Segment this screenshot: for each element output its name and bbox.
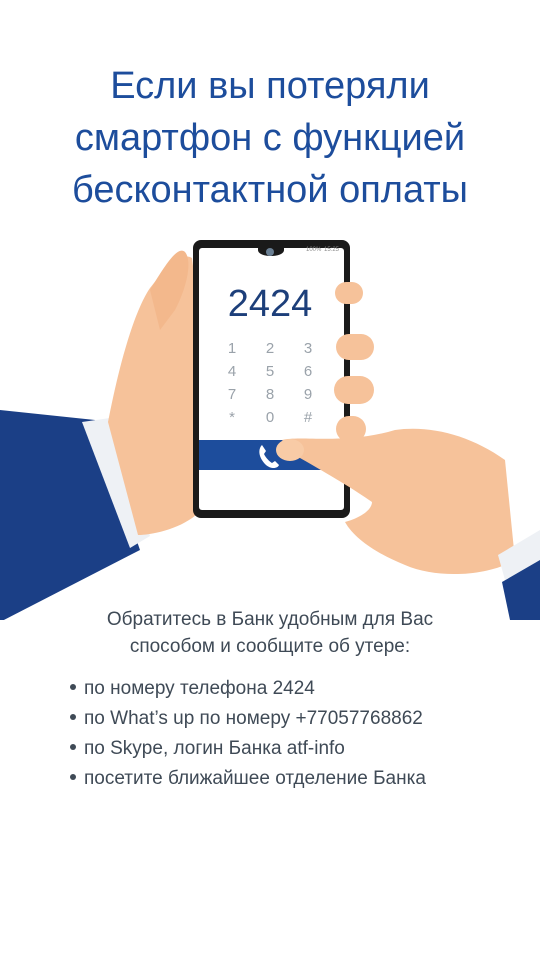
key-0[interactable]: 0 [266,409,274,426]
key-3[interactable]: 3 [304,340,312,357]
intro-text: Обратитесь в Банк удобным для Вас способ… [0,606,540,660]
key-8[interactable]: 8 [266,386,274,403]
key-star[interactable]: * [229,409,235,426]
bullet-icon [70,743,76,750]
illustration-svg: 100% 15:25 2424 1 2 3 4 5 6 7 8 9 * 0 # [0,240,540,620]
key-9[interactable]: 9 [304,386,312,403]
key-2[interactable]: 2 [266,340,274,357]
intro-line-1: Обратитесь в Банк удобным для Вас [106,609,434,630]
headline: Если вы потеряли смартфон с функцией бес… [0,60,540,216]
contact-skype: по Skype, логин Банка atf-info [84,738,345,759]
list-item: посетите ближайшее отделение Банка [70,764,540,794]
list-item: по номеру телефона 2424 [70,674,540,704]
key-hash[interactable]: # [304,409,313,426]
right-fingertip [276,439,304,461]
key-5[interactable]: 5 [266,363,274,380]
contact-branch: посетите ближайшее отделение Банка [84,768,426,789]
page: Если вы потеряли смартфон с функцией бес… [0,0,540,960]
headline-line-1: Если вы потеряли [110,65,430,107]
key-4[interactable]: 4 [228,363,236,380]
list-item: по Skype, логин Банка atf-info [70,734,540,764]
headline-line-3: бесконтактной оплаты [71,169,468,211]
bullet-icon [70,773,76,780]
intro-line-2: способом и сообщите об утере: [129,636,411,657]
status-time: 15:25 [324,247,340,253]
phone-in-hands-illustration: 100% 15:25 2424 1 2 3 4 5 6 7 8 9 * 0 # [0,230,540,620]
key-1[interactable]: 1 [228,340,236,357]
instructions: Обратитесь в Банк удобным для Вас способ… [0,606,540,794]
contact-whatsapp: по What’s up по номеру +77057768862 [84,708,423,729]
bullet-icon [70,683,76,690]
contact-methods-list: по номеру телефона 2424 по What’s up по … [0,674,540,794]
dialed-number: 2424 [228,283,313,325]
contact-phone: по номеру телефона 2424 [84,678,315,699]
headline-line-2: смартфон с функцией [74,117,466,159]
key-7[interactable]: 7 [228,386,236,403]
bullet-icon [70,713,76,720]
status-battery: 100% [306,247,322,253]
list-item: по What’s up по номеру +77057768862 [70,704,540,734]
key-6[interactable]: 6 [304,363,312,380]
camera-icon [266,248,274,256]
